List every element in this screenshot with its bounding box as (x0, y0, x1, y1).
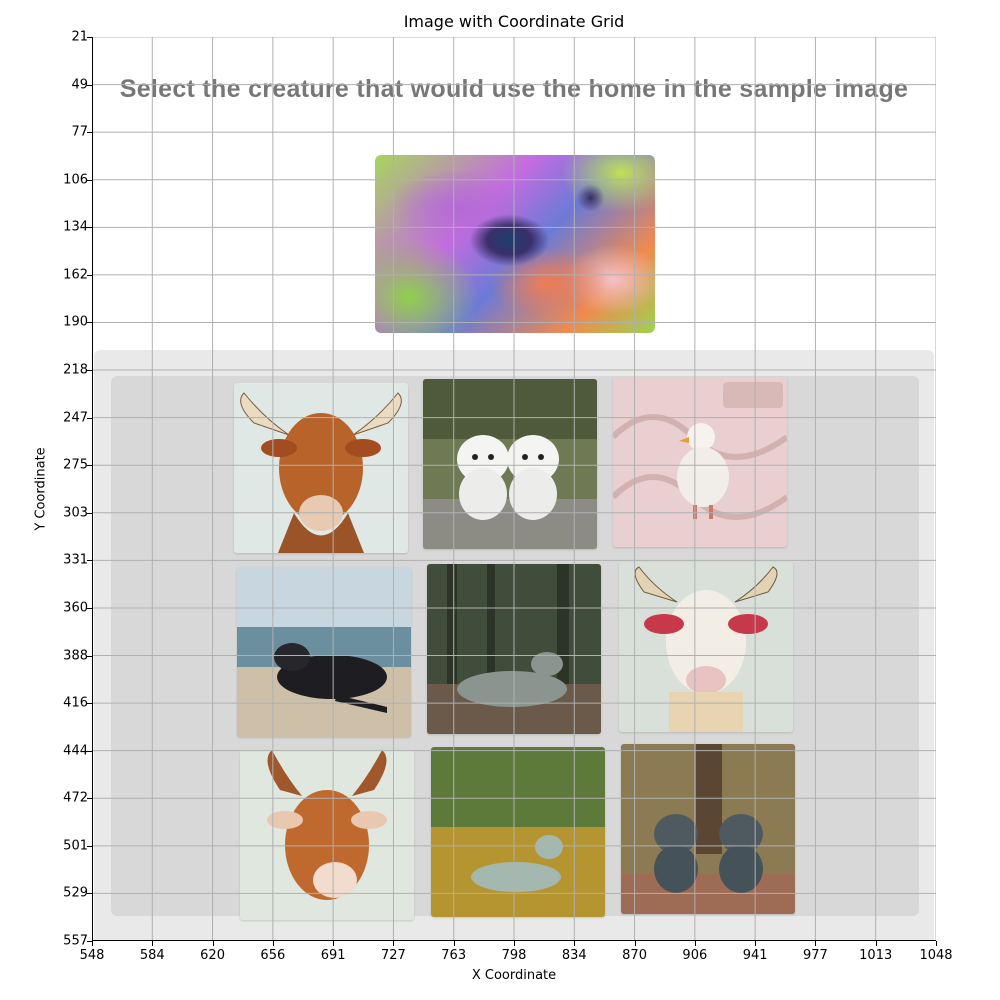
choice-tile-8[interactable] (431, 747, 605, 917)
x-tick-mark (755, 941, 757, 946)
y-tick-label: 388 (63, 648, 88, 664)
y-tick-mark (87, 417, 92, 419)
choice-tile-5[interactable] (427, 564, 601, 734)
y-tick-label: 331 (63, 552, 88, 568)
y-tick-mark (87, 322, 92, 324)
choice-tile-3[interactable] (613, 377, 787, 547)
horned-cow-portrait-image (234, 383, 408, 553)
x-tick-label: 834 (561, 948, 587, 963)
y-tick-label: 218 (63, 362, 88, 378)
y-tick-label: 529 (63, 885, 88, 901)
y-tick-label: 49 (71, 77, 88, 93)
y-tick-label: 247 (63, 410, 88, 426)
x-tick-label: 691 (320, 948, 346, 963)
choice-tile-1[interactable] (234, 383, 408, 553)
y-tick-mark (87, 274, 92, 276)
x-tick-label: 1013 (859, 948, 893, 963)
y-tick-label: 416 (63, 695, 88, 711)
y-tick-mark (87, 179, 92, 181)
y-tick-mark (87, 560, 92, 562)
x-tick-label: 798 (501, 948, 527, 963)
y-tick-mark (87, 84, 92, 86)
calf-in-grass-image (431, 747, 605, 917)
x-tick-mark (212, 941, 214, 946)
y-tick-mark (87, 798, 92, 800)
x-tick-mark (393, 941, 395, 946)
x-tick-mark (333, 941, 335, 946)
x-tick-mark (634, 941, 636, 946)
brown-cow-horns-image (240, 750, 414, 920)
y-tick-label: 360 (63, 600, 88, 616)
x-tick-label: 584 (139, 948, 165, 963)
x-tick-label: 870 (622, 948, 647, 963)
y-tick-label: 134 (63, 219, 88, 235)
y-tick-label: 501 (63, 838, 88, 854)
choice-tile-7[interactable] (240, 750, 414, 920)
x-tick-mark (453, 941, 455, 946)
x-tick-mark (574, 941, 576, 946)
x-tick-label: 977 (803, 948, 828, 963)
x-tick-mark (936, 941, 937, 946)
captcha-prompt: Select the creature that would use the h… (119, 75, 909, 103)
x-tick-mark (272, 941, 274, 946)
y-axis-label: Y Coordinate (33, 447, 49, 531)
y-tick-mark (87, 512, 92, 514)
x-tick-mark (875, 941, 877, 946)
figure-title: Image with Coordinate Grid (403, 12, 625, 31)
y-tick-mark (87, 845, 92, 847)
white-cow-horns-image (619, 562, 793, 732)
y-tick-mark (87, 227, 92, 229)
choice-tile-9[interactable] (621, 744, 795, 914)
y-tick-label: 106 (63, 172, 88, 188)
y-tick-mark (87, 132, 92, 134)
x-tick-mark (694, 941, 696, 946)
y-tick-mark (87, 465, 92, 467)
y-tick-mark (87, 750, 92, 752)
x-tick-label: 548 (79, 948, 105, 963)
y-tick-mark (87, 703, 92, 705)
y-tick-label: 77 (71, 124, 88, 140)
y-tick-label: 190 (63, 314, 88, 330)
y-tick-label: 21 (71, 29, 88, 45)
y-tick-mark (87, 893, 92, 895)
x-tick-mark (514, 941, 515, 946)
x-tick-label: 763 (441, 948, 467, 963)
y-tick-label: 472 (63, 790, 88, 806)
sample-image (375, 155, 655, 333)
y-tick-label: 275 (63, 457, 88, 473)
x-tick-mark (92, 941, 93, 946)
white-duck-image (613, 377, 787, 547)
y-tick-mark (87, 370, 92, 372)
y-tick-mark (87, 37, 92, 38)
two-white-puppies-image (423, 379, 597, 549)
two-gray-puppies-image (621, 744, 795, 914)
y-tick-label: 303 (63, 505, 88, 521)
plot-area: Select the creature that would use the h… (92, 37, 936, 941)
y-tick-mark (87, 655, 92, 657)
cow-in-forest-image (427, 564, 601, 734)
x-tick-label: 656 (260, 948, 286, 963)
black-cow-beach-image (237, 567, 411, 737)
x-axis-label: X Coordinate (471, 968, 557, 983)
choice-tile-2[interactable] (423, 379, 597, 549)
x-tick-label: 941 (742, 948, 768, 963)
x-tick-label: 620 (200, 948, 225, 963)
x-tick-mark (152, 941, 154, 946)
y-tick-label: 162 (63, 267, 88, 283)
x-tick-mark (815, 941, 817, 946)
x-tick-label: 727 (381, 948, 406, 963)
y-tick-label: 557 (63, 933, 88, 949)
choice-tile-6[interactable] (619, 562, 793, 732)
x-tick-label: 1048 (919, 948, 953, 963)
choice-tile-4[interactable] (237, 567, 411, 737)
y-tick-mark (87, 607, 92, 609)
x-tick-label: 906 (682, 948, 708, 963)
y-tick-label: 444 (63, 743, 88, 759)
